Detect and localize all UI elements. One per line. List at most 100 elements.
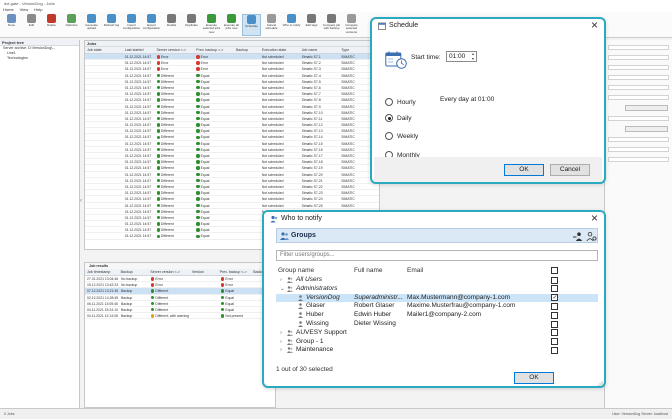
detail-field[interactable] — [608, 75, 669, 80]
group-row[interactable]: ⌄ Administrators — [276, 285, 598, 293]
group-row[interactable]: › Maintenance — [276, 346, 598, 354]
notify-checkbox[interactable] — [551, 285, 558, 293]
expand-chevron-icon[interactable]: › — [280, 276, 282, 284]
expand-chevron-icon[interactable]: › — [280, 346, 282, 354]
jobs-column-header[interactable]: Server version <-> Backup — [155, 47, 195, 53]
status-dot-icon — [196, 234, 200, 238]
cell-job-name: Simatic S7-6 — [301, 85, 321, 90]
cell-backup-compare: Equal — [194, 184, 234, 189]
results-column-header[interactable]: Server version <-> Backup — [148, 269, 190, 275]
detail-button[interactable] — [625, 105, 668, 111]
schedule-ok-button[interactable]: OK — [504, 164, 544, 176]
cell-backup — [234, 66, 260, 71]
notify-checkbox[interactable] — [551, 338, 558, 346]
ribbon-button-cancel-schedule[interactable]: Cancel schedule — [262, 14, 281, 36]
collapse-chevron-icon[interactable]: ⌄ — [280, 285, 285, 293]
detail-button[interactable] — [625, 126, 668, 132]
radio-button[interactable] — [385, 98, 393, 106]
menu-item-view[interactable]: View — [20, 7, 29, 12]
jobs-column-header[interactable]: Prev. backup <-> Backup — [194, 47, 234, 53]
add-user-icon[interactable] — [573, 232, 583, 241]
column-full-name[interactable]: Full name — [354, 267, 383, 274]
notify-checkbox[interactable] — [551, 346, 558, 354]
close-icon[interactable]: × — [591, 212, 598, 225]
jobs-column-header[interactable]: Execution state — [260, 47, 300, 53]
ribbon-button-refresh[interactable]: Refresh log — [102, 14, 121, 36]
detail-field[interactable] — [608, 147, 669, 152]
notify-checkbox[interactable] — [551, 311, 558, 319]
ribbon-button-delete[interactable]: Delete — [42, 14, 61, 36]
results-column-header[interactable]: Job timestamp (local) — [85, 269, 119, 275]
expand-chevron-icon[interactable]: › — [280, 329, 282, 337]
jobs-column-header[interactable]: Job state — [85, 47, 123, 53]
table-row[interactable]: 04.11.2021 12:14:08 Backup Different, with… — [85, 313, 275, 320]
ribbon-button-export[interactable]: Export configuration — [142, 14, 161, 36]
results-column-header[interactable]: Prev. backup <-> Backup — [218, 269, 252, 275]
close-icon[interactable]: × — [591, 19, 598, 32]
ribbon-button-compare[interactable]: Compare job with backup — [322, 14, 341, 36]
radio-button-selected[interactable] — [385, 114, 393, 122]
detail-field[interactable] — [608, 137, 669, 142]
notify-ok-button[interactable]: OK — [514, 372, 554, 384]
radio-daily[interactable]: Daily — [385, 114, 411, 122]
notify-checkbox[interactable] — [551, 276, 558, 284]
cell-job-name: Simatic S7-11 — [301, 116, 323, 121]
cell-backup-compare: Equal — [194, 153, 234, 158]
jobs-column-header[interactable]: Backup — [234, 47, 260, 53]
resize-grip-icon[interactable] — [596, 380, 603, 387]
ribbon-button-upload[interactable]: Generate upload — [82, 14, 101, 36]
group-row[interactable]: › All Users — [276, 276, 598, 284]
user-row[interactable]: VersionDog Superadministr... Max.Musterman… — [276, 293, 598, 302]
ribbon-label: Compare job with backup — [322, 23, 341, 31]
jobs-column-header[interactable]: Job name — [300, 47, 340, 53]
detail-field[interactable] — [608, 55, 669, 60]
notify-checkbox[interactable] — [551, 329, 558, 337]
notify-checkbox[interactable] — [551, 294, 558, 302]
ribbon-button-notify[interactable]: Who to notify — [282, 14, 301, 36]
user-row[interactable]: Glaser Robert Glaser Maxime.Musterfrau@com… — [276, 302, 598, 310]
radio-button[interactable] — [385, 132, 393, 140]
ribbon-button-execute[interactable]: Execute selected jobs now — [202, 14, 221, 36]
ribbon-button-optimize[interactable]: Optimize — [62, 14, 81, 36]
ribbon-button-done[interactable]: Done — [2, 14, 21, 36]
jobs-column-header[interactable]: Last started — [123, 47, 155, 53]
group-row[interactable]: › AUVESY Support — [276, 329, 598, 337]
group-row[interactable]: › Group - 1 — [276, 338, 598, 346]
detail-field[interactable] — [608, 95, 669, 100]
manage-users-icon[interactable] — [586, 232, 597, 241]
detail-field[interactable] — [608, 157, 669, 162]
status-text: Equal — [200, 110, 210, 115]
notify-checkbox[interactable] — [551, 302, 558, 310]
detail-field[interactable] — [608, 45, 669, 50]
radio-weekly[interactable]: Weekly — [385, 132, 418, 140]
detail-field[interactable] — [608, 65, 669, 70]
user-row[interactable]: Huber Edwin Huber Mailer1@company-2.com — [276, 311, 598, 319]
select-all-checkbox[interactable] — [551, 267, 558, 274]
menu-item-help[interactable]: Help — [34, 7, 42, 12]
ribbon-button-compare-versions[interactable]: Compare selected versions — [342, 14, 361, 36]
user-row[interactable]: Wissing Dieter Wissing — [276, 320, 598, 328]
results-column-header[interactable]: Backup — [119, 269, 149, 275]
schedule-cancel-button[interactable]: Cancel — [550, 164, 590, 176]
detail-field[interactable] — [608, 116, 669, 121]
results-column-header[interactable]: Version — [190, 269, 218, 275]
ribbon-button-tags[interactable]: Edit tags — [302, 14, 321, 36]
time-spinner-icon[interactable]: ▲ ▼ — [470, 52, 476, 61]
expand-chevron-icon[interactable]: › — [280, 338, 282, 346]
ribbon-button-duplicate[interactable]: Duplicate — [182, 14, 201, 36]
tree-item-technologies[interactable]: Technologies — [0, 56, 79, 61]
column-email[interactable]: Email — [407, 267, 423, 274]
menu-item-home[interactable]: Home — [3, 7, 14, 12]
radio-hourly[interactable]: Hourly — [385, 98, 416, 106]
cell-timestamp: 06.11.2021 13:05:45 — [87, 301, 118, 306]
ribbon-button-execute-all[interactable]: Execute all jobs now — [222, 14, 241, 36]
ribbon-label: Execute all jobs now — [224, 23, 239, 31]
ribbon-button-edit[interactable]: Edit — [22, 14, 41, 36]
detail-field[interactable] — [608, 85, 669, 90]
notify-checkbox[interactable] — [551, 320, 558, 328]
ribbon-button-details[interactable]: Details — [162, 14, 181, 36]
ribbon-button-schedule[interactable]: Schedule — [242, 14, 261, 36]
column-group-name[interactable]: Group name — [278, 267, 314, 274]
filter-users-input[interactable]: Filter users/groups... — [276, 250, 598, 261]
ribbon-button-import[interactable]: Import configuration — [122, 14, 141, 36]
